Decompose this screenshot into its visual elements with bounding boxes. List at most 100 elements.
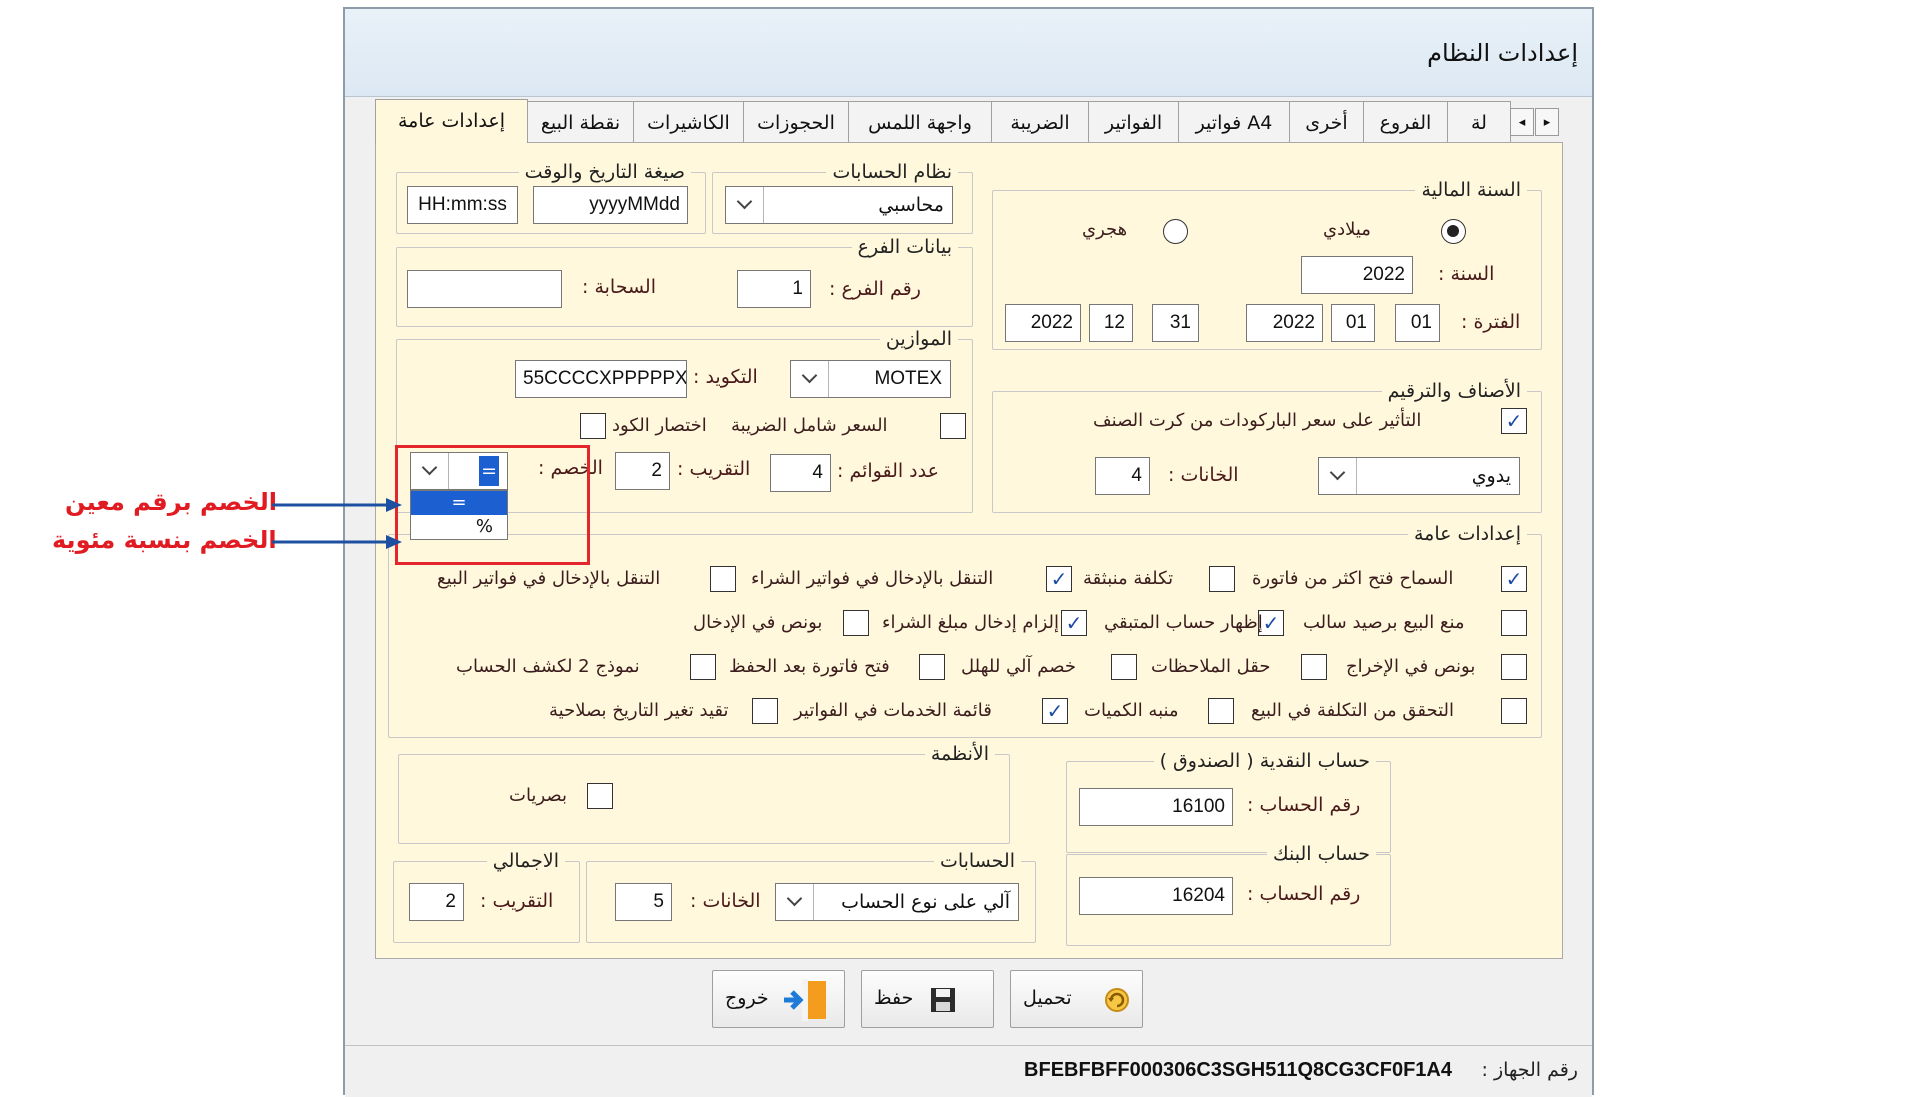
require-purchase-amount-checkbox[interactable]: ✓ (1061, 610, 1087, 636)
accounts-digits-input[interactable]: 5 (615, 883, 672, 921)
items-numbering-group: الأصناف والترقيم التأثير على سعر الباركو… (992, 380, 1542, 513)
rounding-input[interactable]: 2 (615, 452, 670, 490)
floppy-save-icon (929, 986, 957, 1014)
totals-rounding-label: التقريب : (480, 890, 554, 912)
verify-cost-checkbox[interactable] (1501, 698, 1527, 724)
block-negative-sale-label: منع البيع برصيد سالب (1303, 612, 1465, 633)
window-title: إعدادات النظام (1427, 39, 1578, 67)
restrict-date-change-checkbox[interactable] (752, 698, 778, 724)
bank-account-number-label: رقم الحساب : (1247, 883, 1361, 905)
accounts-system-select[interactable]: محاسبي (725, 186, 953, 224)
load-button[interactable]: تحميل (1010, 970, 1143, 1028)
digits-input[interactable]: 4 (1095, 457, 1150, 495)
totals-group-label: الاجمالي (486, 850, 565, 872)
cash-account-input[interactable]: 16100 (1079, 788, 1233, 826)
period-to-month-input[interactable]: 12 (1089, 304, 1133, 342)
time-format-input[interactable]: HH:mm:ss (407, 186, 518, 224)
chevron-down-icon (791, 361, 829, 397)
popup-cost-checkbox[interactable] (1209, 566, 1235, 592)
totals-rounding-input[interactable]: 2 (409, 883, 464, 921)
datetime-format-label: صيغة التاريخ والوقت (518, 161, 691, 183)
date-format-input[interactable]: yyyyMMdd (533, 186, 688, 224)
tab-invoices[interactable]: الفواتير (1088, 101, 1179, 143)
accounts-mode-select[interactable]: آلي على نوع الحساب (775, 883, 1019, 921)
optics-checkbox[interactable] (587, 783, 613, 809)
bonus-input-checkbox[interactable] (843, 610, 869, 636)
branch-number-input[interactable]: 1 (737, 270, 811, 308)
status-bar: رقم الجهاز : BFEBFBFF000306C3SGH511Q8CG3… (345, 1045, 1592, 1097)
accounts-group: الحسابات آلي على نوع الحساب الخانات : 5 (586, 850, 1036, 943)
device-id-label: رقم الجهاز : (1481, 1059, 1578, 1081)
tab-cashiers[interactable]: الكاشيرات (633, 101, 744, 143)
bank-account-input[interactable]: 16204 (1079, 877, 1233, 915)
price-incl-tax-checkbox[interactable] (940, 413, 966, 439)
notes-field-checkbox[interactable] (1301, 654, 1327, 680)
discount-option-fixed[interactable]: = (411, 491, 507, 515)
tab-other[interactable]: أخرى (1289, 101, 1364, 143)
arrow-right-icon[interactable]: ▸ (1535, 108, 1559, 136)
exit-button[interactable]: خروج (712, 970, 845, 1028)
bank-account-label: حساب البنك (1267, 843, 1376, 865)
services-list-checkbox[interactable]: ✓ (1042, 698, 1068, 724)
chevron-down-icon (726, 187, 764, 223)
auto-halala-discount-label: خصم آلي للهلل (961, 656, 1076, 677)
totals-group: التقريب : الاجمالي 2 التقريب : (393, 850, 580, 943)
restrict-date-change-label: تقيد تغير التاريخ بصلاحية (549, 700, 729, 721)
discount-option-percent[interactable]: % (411, 515, 507, 539)
accounts-system-group: نظام الحسابات محاسبي (712, 161, 973, 234)
accounts-system-label: نظام الحسابات (826, 161, 958, 183)
services-list-label: قائمة الخدمات في الفواتير (794, 700, 992, 721)
numbering-mode-select[interactable]: يدوي (1318, 457, 1520, 495)
rounding-label: التقريب : (677, 458, 751, 480)
tab-touch-ui[interactable]: واجهة اللمس (848, 101, 992, 143)
code-shortcut-checkbox[interactable] (580, 413, 606, 439)
load-button-label: تحميل (1023, 987, 1072, 1009)
period-to-day-input[interactable]: 31 (1152, 304, 1199, 342)
bonus-input-label: بونص في الإدخال (693, 612, 823, 633)
allow-multi-invoice-checkbox[interactable]: ✓ (1501, 566, 1527, 592)
gregorian-radio[interactable] (1441, 219, 1466, 244)
statement-form2-checkbox[interactable] (690, 654, 716, 680)
period-from-year-input[interactable]: 2022 (1246, 304, 1323, 342)
fiscal-year-label: السنة المالية (1415, 179, 1527, 201)
period-from-month-input[interactable]: 01 (1331, 304, 1375, 342)
exit-door-icon (782, 979, 832, 1021)
arrow-left-icon[interactable]: ◂ (1510, 108, 1534, 136)
accounts-system-value: محاسبي (878, 194, 944, 216)
block-negative-sale-checkbox[interactable] (1501, 610, 1527, 636)
bonus-output-checkbox[interactable] (1501, 654, 1527, 680)
barcode-price-checkbox[interactable]: ✓ (1501, 408, 1527, 434)
bank-account-group: حساب البنك 16204 رقم الحساب : (1066, 843, 1391, 946)
tab-pos[interactable]: نقطة البيع (527, 101, 634, 143)
fixed-discount-annotation: الخصم برقم معين (65, 488, 277, 516)
tab-branches[interactable]: الفروع (1363, 101, 1448, 143)
scales-label: الموازين (879, 328, 958, 350)
branch-number-label: رقم الفرع : (829, 278, 921, 300)
annotation-arrows (272, 498, 402, 549)
purchase-nav-label: التنقل بالإدخال في فواتير الشراء (751, 568, 994, 589)
sales-nav-checkbox[interactable] (710, 566, 736, 592)
purchase-nav-checkbox[interactable]: ✓ (1046, 566, 1072, 592)
tab-general-settings[interactable]: إعدادات عامة (375, 99, 528, 143)
tab-a4-invoices[interactable]: فواتير A4 (1178, 101, 1290, 143)
save-button[interactable]: حفظ (861, 970, 994, 1028)
tab-tax[interactable]: الضريبة (991, 101, 1089, 143)
period-to-year-input[interactable]: 2022 (1005, 304, 1081, 342)
exit-button-label: خروج (725, 987, 769, 1009)
cloud-input[interactable] (407, 270, 562, 308)
lists-count-input[interactable]: 4 (770, 454, 831, 492)
open-invoice-after-save-checkbox[interactable] (919, 654, 945, 680)
quantity-alert-checkbox[interactable] (1208, 698, 1234, 724)
chevron-down-icon (776, 884, 814, 920)
hijri-label: هجري (1082, 219, 1128, 240)
hijri-radio[interactable] (1163, 219, 1188, 244)
tab-currency[interactable]: لة (1447, 101, 1511, 143)
code-input[interactable]: 55CCCCXPPPPPX (515, 360, 687, 398)
tab-reservations[interactable]: الحجوزات (743, 101, 849, 143)
general-settings-label: إعدادات عامة (1407, 523, 1527, 545)
year-input[interactable]: 2022 (1301, 256, 1413, 294)
auto-halala-discount-checkbox[interactable] (1111, 654, 1137, 680)
period-from-day-input[interactable]: 01 (1395, 304, 1440, 342)
accounts-mode-value: آلي على نوع الحساب (841, 891, 1010, 913)
scale-model-select[interactable]: MOTEX (790, 360, 951, 398)
